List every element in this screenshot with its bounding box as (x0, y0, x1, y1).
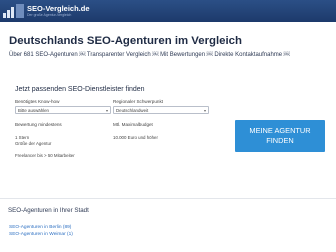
find-agency-button[interactable]: MEINE AGENTUR FINDEN (235, 120, 325, 152)
chevron-down-icon: ▾ (105, 108, 108, 113)
city-links-title: SEO-Agenturen in Ihrer Stadt (8, 207, 89, 214)
cta-line-2: FINDEN (266, 136, 294, 145)
size-label: Größe der Agentur (15, 141, 52, 146)
budget-filter[interactable]: 10.000 Euro und höher (113, 135, 158, 141)
knowhow-label: Benötigtes Know-how (15, 99, 60, 104)
budget-label: Mtl. Maximalbudget (113, 122, 153, 127)
hero-section: Deutschlands SEO-Agenturen im Vergleich … (0, 22, 336, 72)
knowhow-value: Bitte auswählen (18, 108, 49, 113)
page-title: Deutschlands SEO-Agenturen im Vergleich (9, 35, 242, 47)
site-header: SEO-Vergleich.de Der große Agentur-Vergl… (0, 0, 336, 22)
search-title: Jetzt passenden SEO-Dienstleister finden (15, 86, 145, 93)
region-label: Regionaler Schwerpunkt (113, 99, 164, 104)
size-filter[interactable]: Freelancer bis > 50 Mitarbeiter (15, 153, 75, 159)
logo-title: SEO-Vergleich.de (27, 4, 90, 13)
city-links-section: SEO-Agenturen in Ihrer Stadt SEO-Agentur… (0, 198, 336, 252)
cta-line-1: MEINE AGENTUR (249, 126, 311, 135)
page-subtitle: Über 681 SEO-Agenturen ￼ Transparenter V… (9, 52, 290, 58)
region-select[interactable]: Deutschlandweit ▾ (113, 106, 209, 114)
site-logo[interactable]: SEO-Vergleich.de Der große Agentur-Vergl… (3, 2, 90, 20)
city-link-weimar[interactable]: SEO-Agenturen in Weimar (1) (9, 231, 73, 238)
agency-search-form: Jetzt passenden SEO-Dienstleister finden… (9, 78, 329, 194)
knowhow-select[interactable]: Bitte auswählen ▾ (15, 106, 111, 114)
region-value: Deutschlandweit (116, 108, 149, 113)
divider (0, 198, 336, 199)
city-link-berlin[interactable]: SEO-Agenturen in Berlin (89) (9, 224, 73, 231)
chevron-down-icon: ▾ (203, 108, 206, 113)
city-links-list: SEO-Agenturen in Berlin (89) SEO-Agentur… (9, 224, 73, 238)
logo-bars-icon (3, 4, 25, 18)
rating-label: Bewertung mindestens (15, 122, 62, 127)
logo-tagline: Der große Agentur-Vergleich (27, 12, 72, 17)
